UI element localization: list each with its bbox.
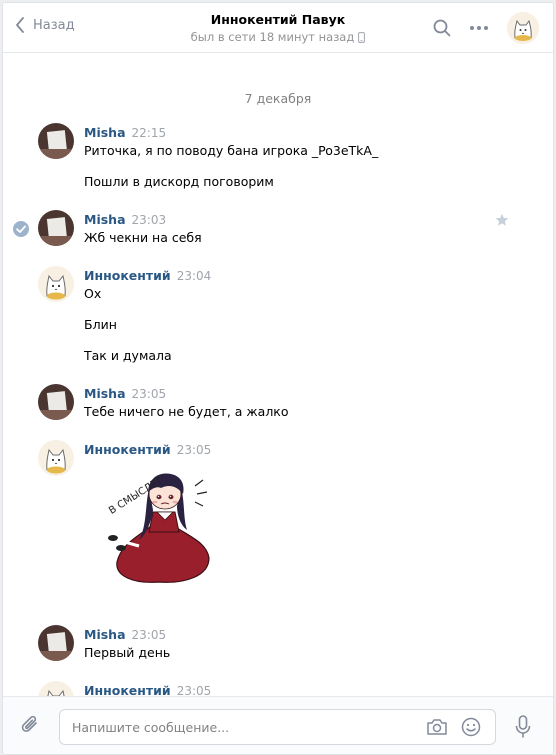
misha-avatar-image bbox=[38, 384, 74, 420]
misha-avatar-image bbox=[38, 625, 74, 661]
author-name[interactable]: Иннокентий bbox=[84, 442, 171, 457]
sticker-image[interactable]: В СМЫСЛЕ? bbox=[99, 466, 221, 594]
microphone-icon[interactable] bbox=[515, 715, 531, 739]
author-name[interactable]: Misha bbox=[84, 386, 126, 401]
message-time[interactable]: 23:05 bbox=[132, 387, 167, 401]
avatar[interactable] bbox=[38, 266, 74, 302]
smile-icon[interactable] bbox=[461, 717, 481, 737]
message-time[interactable]: 23:05 bbox=[177, 443, 212, 457]
author-name[interactable]: Иннокентий bbox=[84, 683, 171, 697]
message-text: Жб чекни на себя bbox=[84, 230, 202, 245]
message-meta: Misha 23:05 bbox=[84, 627, 166, 642]
online-status-text: был в сети 18 минут назад bbox=[190, 30, 355, 44]
date-separator: 7 декабря bbox=[244, 91, 312, 106]
message-text: Пошли в дискорд поговорим bbox=[84, 174, 274, 189]
message-time[interactable]: 23:04 bbox=[177, 269, 212, 283]
message-meta: Misha 23:05 bbox=[84, 386, 166, 401]
message-time[interactable]: 22:15 bbox=[132, 126, 167, 140]
star-icon[interactable] bbox=[495, 213, 509, 227]
paperclip-icon[interactable] bbox=[20, 715, 42, 737]
camera-icon[interactable] bbox=[426, 718, 448, 736]
avatar[interactable] bbox=[38, 123, 74, 159]
avatar[interactable] bbox=[38, 440, 74, 476]
author-name[interactable]: Misha bbox=[84, 627, 126, 642]
avatar[interactable] bbox=[38, 625, 74, 661]
message-time[interactable]: 23:03 bbox=[132, 213, 167, 227]
header-actions bbox=[433, 12, 539, 44]
phone-icon bbox=[358, 31, 366, 43]
cat-avatar-image bbox=[38, 681, 74, 697]
message-meta: Иннокентий 23:05 bbox=[84, 683, 211, 697]
chat-header: Назад Иннокентий Павук был в сети 18 мин… bbox=[3, 3, 553, 53]
message-text: Тебе ничего не будет, а жалко bbox=[84, 404, 289, 419]
message-input[interactable] bbox=[60, 710, 400, 744]
more-icon[interactable] bbox=[469, 25, 489, 31]
message-feed[interactable]: 7 декабря Misha 22:15 Риточка, я по пово… bbox=[3, 54, 553, 697]
message-time[interactable]: 23:05 bbox=[132, 628, 167, 642]
message-meta: Иннокентий 23:05 bbox=[84, 442, 211, 457]
author-name[interactable]: Иннокентий bbox=[84, 268, 171, 283]
author-name[interactable]: Misha bbox=[84, 125, 126, 140]
author-name[interactable]: Misha bbox=[84, 212, 126, 227]
message-meta: Misha 23:03 bbox=[84, 212, 166, 227]
cat-avatar-image bbox=[507, 12, 539, 44]
message-text: Первый день bbox=[84, 645, 171, 660]
avatar[interactable] bbox=[38, 681, 74, 697]
message-meta: Иннокентий 23:04 bbox=[84, 268, 211, 283]
message-composer bbox=[3, 696, 553, 754]
search-icon[interactable] bbox=[433, 19, 451, 37]
misha-avatar-image bbox=[38, 123, 74, 159]
message-text: Блин bbox=[84, 317, 117, 332]
online-status: был в сети 18 минут назад bbox=[191, 30, 366, 44]
avatar[interactable] bbox=[38, 210, 74, 246]
message-input-box[interactable] bbox=[59, 709, 496, 745]
check-icon[interactable] bbox=[12, 220, 30, 238]
message-text: Риточка, я по поводу бана игрока _Po3eTk… bbox=[84, 143, 379, 158]
message-text: Так и думала bbox=[84, 348, 172, 363]
misha-avatar-image bbox=[38, 210, 74, 246]
cat-avatar-image bbox=[38, 440, 74, 476]
cat-avatar-image bbox=[38, 266, 74, 302]
message-text: Ох bbox=[84, 286, 102, 301]
contact-avatar[interactable] bbox=[507, 12, 539, 44]
message-meta: Misha 22:15 bbox=[84, 125, 166, 140]
chat-window: Назад Иннокентий Павук был в сети 18 мин… bbox=[2, 2, 554, 755]
avatar[interactable] bbox=[38, 384, 74, 420]
